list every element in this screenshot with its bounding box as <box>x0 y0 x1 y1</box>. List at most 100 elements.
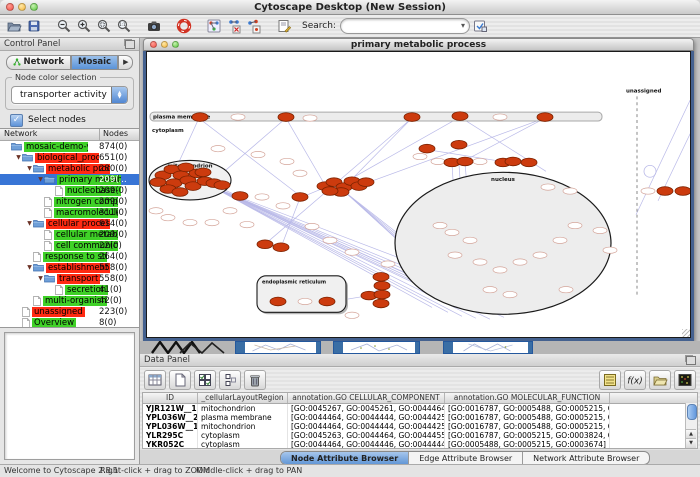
disclosure-triangle-icon[interactable]: ▼ <box>37 275 44 282</box>
tree-row-response-to-stimul[interactable]: response to stimul264(0) <box>0 251 139 262</box>
table-cell[interactable]: [GO:0045267, GO:0045261, GO:0044464, G… <box>288 404 445 413</box>
table-cell[interactable]: mitochondrion <box>198 422 288 431</box>
tree-row-biological-process[interactable]: ▼biological_process651(0) <box>0 152 139 163</box>
network-node[interactable] <box>214 181 230 190</box>
tree-row-mosaic-demo-yeast[interactable]: mosaic-demo-yeast874(0) <box>0 141 139 152</box>
table-row[interactable]: YLR295Ccytoplasm[GO:0045263, GO:0044464,… <box>143 431 697 440</box>
tab-overflow-arrow[interactable]: ▶ <box>118 55 133 70</box>
network-node[interactable] <box>537 113 553 122</box>
tree-row-cellular-process[interactable]: ▼cellular process614(0) <box>0 218 139 229</box>
disclosure-triangle-icon[interactable]: ▼ <box>15 154 22 161</box>
float-panel-icon[interactable] <box>125 40 135 49</box>
node-color-dropdown[interactable]: transporter activity ▲▼ <box>11 86 128 104</box>
table-cell[interactable]: YPL036W__1 <box>143 422 198 431</box>
table-cell[interactable]: cytoplasm <box>198 431 288 440</box>
network-node[interactable] <box>657 187 673 196</box>
float-data-panel-icon[interactable] <box>686 356 696 365</box>
network-node[interactable] <box>358 178 374 187</box>
disclosure-triangle-icon[interactable]: ▼ <box>26 165 33 172</box>
network-node[interactable] <box>278 113 294 122</box>
resize-grip[interactable] <box>682 329 690 337</box>
column-header-1[interactable]: _cellularLayoutRegion <box>198 393 288 403</box>
search-input[interactable] <box>348 20 456 32</box>
search-dropdown-icon[interactable]: ▾ <box>461 21 465 30</box>
network-node[interactable] <box>521 158 537 167</box>
birds-eye-view[interactable] <box>4 332 135 460</box>
table-cell[interactable]: YLR295C <box>143 431 198 440</box>
network-modify-a-icon[interactable] <box>225 17 243 35</box>
select-attributes-icon[interactable] <box>194 370 216 390</box>
table-cell[interactable]: YJR121W__1 <box>143 404 198 413</box>
tab-network[interactable]: Network <box>6 55 71 70</box>
network-view-titlebar[interactable]: primary metabolic process <box>143 38 694 51</box>
column-header-0[interactable]: ID <box>143 393 198 403</box>
table-cell[interactable]: plasma membrane <box>198 413 288 422</box>
network-node[interactable] <box>292 193 308 202</box>
table-row[interactable]: YPL036W__2plasma membrane[GO:0044464, GO… <box>143 413 697 422</box>
delete-attribute-icon[interactable] <box>244 370 266 390</box>
network-node[interactable] <box>257 240 273 249</box>
zoom-in-icon[interactable] <box>75 17 93 35</box>
table-cell[interactable]: [GO:0016787, GO:0005215, GO:0003824, G… <box>445 431 610 440</box>
tree-row-overview[interactable]: Overview8(0) <box>0 317 139 328</box>
network-node[interactable] <box>273 243 289 252</box>
tab-network-attribute-browser[interactable]: Network Attribute Browser <box>523 452 649 464</box>
table-cell[interactable]: [GO:0016787, GO:0005488, GO:0005215, G… <box>445 404 610 413</box>
new-attribute-icon[interactable] <box>169 370 191 390</box>
table-cell[interactable]: [GO:0045263, GO:0044464, GO:0044455, G… <box>288 431 445 440</box>
unselect-attributes-icon[interactable] <box>219 370 241 390</box>
tree-row-primary-metabo[interactable]: ▼primary metabo209(... <box>0 174 139 185</box>
table-cell[interactable]: [GO:0016787, GO:0005488, GO:0005215, G… <box>445 422 610 431</box>
table-row[interactable]: YJR121W__1mitochondrion[GO:0045267, GO:0… <box>143 404 697 413</box>
network-import-icon[interactable] <box>205 17 223 35</box>
scrollbar-thumb[interactable] <box>687 404 697 420</box>
table-row[interactable]: YPL036W__1mitochondrion[GO:0044464, GO:0… <box>143 422 697 431</box>
background-window-2[interactable] <box>333 341 420 354</box>
open-session-icon[interactable] <box>5 17 23 35</box>
tree-col-nodes[interactable]: Nodes <box>99 129 128 140</box>
network-node[interactable] <box>373 272 389 281</box>
network-node[interactable] <box>419 144 435 153</box>
table-cell[interactable]: [GO:0016787, GO:0005488, GO:0005215, G… <box>445 413 610 422</box>
background-window-1[interactable] <box>235 341 321 354</box>
zoom-fit-icon[interactable]: 1:1 <box>115 17 133 35</box>
tree-row-macromolecule[interactable]: macromolecule311(0) <box>0 207 139 218</box>
import-table-icon[interactable] <box>144 370 166 390</box>
network-node[interactable] <box>150 178 166 187</box>
table-cell[interactable]: [GO:0044464, GO:0044444, GO:0044425, G… <box>288 413 445 422</box>
tree-row-cell-communicat[interactable]: cell communicat22(0) <box>0 240 139 251</box>
disclosure-triangle-icon[interactable]: ▼ <box>37 176 44 183</box>
disclosure-triangle-icon[interactable]: ▼ <box>26 264 33 271</box>
network-node[interactable] <box>195 168 211 177</box>
attribute-list-icon[interactable] <box>599 370 621 390</box>
network-node[interactable] <box>457 157 473 166</box>
tree-row-nitrogen-compo[interactable]: nitrogen compo209(0) <box>0 196 139 207</box>
table-cell[interactable]: [GO:0044464, GO:0044446, GO:0044444, G… <box>288 440 445 449</box>
tree-row-unassigned[interactable]: unassigned223(0) <box>0 306 139 317</box>
snapshot-camera-icon[interactable] <box>145 17 163 35</box>
disclosure-triangle-icon[interactable]: ▼ <box>26 220 33 227</box>
table-cell[interactable]: YKR052C <box>143 440 198 449</box>
scroll-down-icon[interactable]: ▼ <box>686 438 696 448</box>
network-node[interactable] <box>374 281 390 290</box>
table-cell[interactable]: YPL036W__2 <box>143 413 198 422</box>
formula-icon[interactable]: f(x) <box>624 370 646 390</box>
table-scrollbar[interactable]: ▲ ▼ <box>685 403 697 448</box>
tree-row-secretion[interactable]: secretion41(0) <box>0 284 139 295</box>
network-node[interactable] <box>452 112 468 121</box>
network-node[interactable] <box>404 113 420 122</box>
zoom-selected-icon[interactable] <box>95 17 113 35</box>
background-window-3[interactable] <box>443 341 533 354</box>
table-cell[interactable]: cytoplasm <box>198 440 288 449</box>
search-go-icon[interactable] <box>471 17 489 35</box>
zoom-out-icon[interactable] <box>55 17 73 35</box>
tree-row-transport[interactable]: ▼transport558(0) <box>0 273 139 284</box>
network-node[interactable] <box>322 187 338 196</box>
network-node[interactable] <box>192 113 208 122</box>
tree-row-multi-organism-pro[interactable]: multi-organism pro42(0) <box>0 295 139 306</box>
network-node[interactable] <box>505 157 521 166</box>
import-attributes-icon[interactable] <box>649 370 671 390</box>
select-nodes-checkbox[interactable]: ✓ <box>10 114 23 127</box>
network-node[interactable] <box>373 299 389 308</box>
table-cell[interactable]: [GO:0044464, GO:0044444, GO:0044425, G… <box>288 422 445 431</box>
